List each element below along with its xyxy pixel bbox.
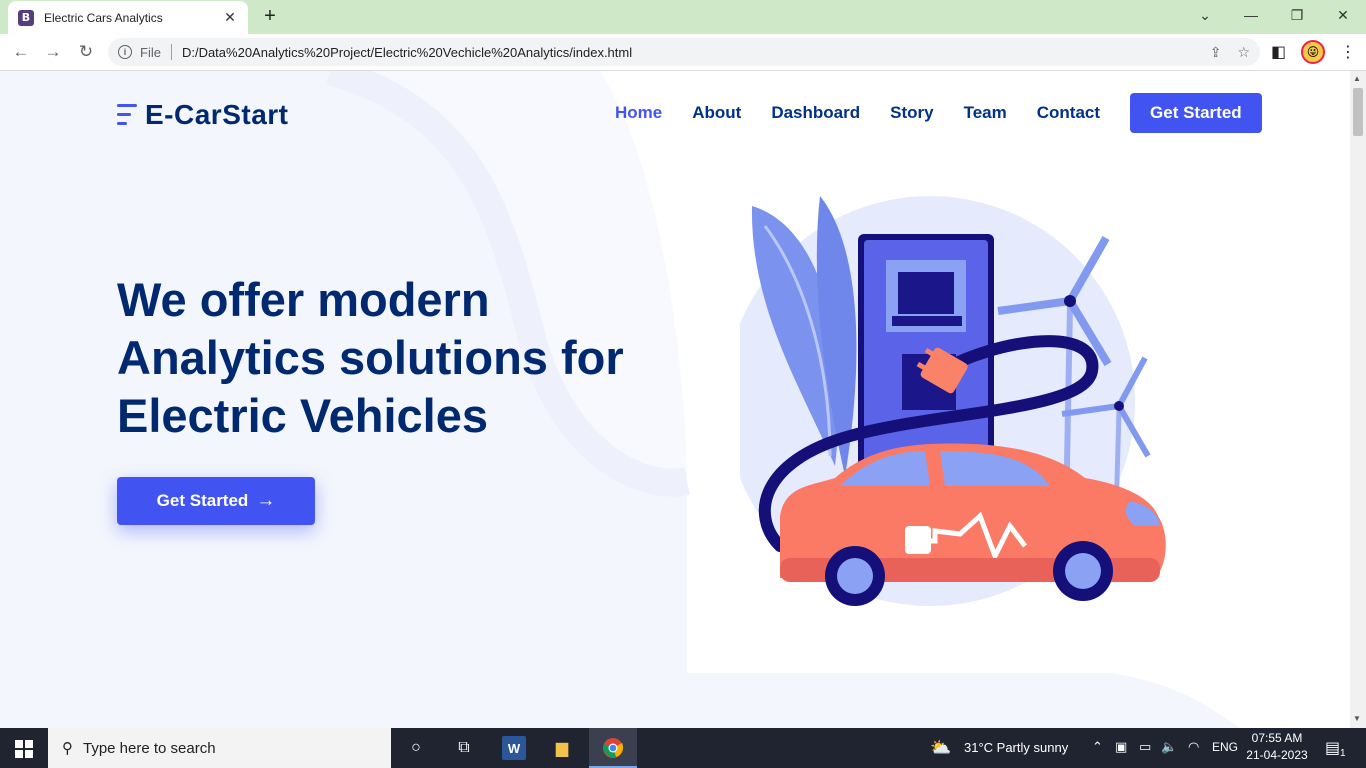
menu-kebab-icon[interactable]: ⋮ [1340, 42, 1356, 62]
window-close-icon[interactable]: ✕ [1333, 7, 1353, 24]
logo-bars-icon [117, 102, 139, 128]
share-icon[interactable]: ⇪ [1210, 44, 1222, 61]
browser-tab[interactable]: B Electric Cars Analytics ✕ [8, 1, 248, 34]
notification-count: 1 [1340, 748, 1346, 759]
new-tab-icon[interactable]: + [258, 6, 282, 26]
clock-date: 21-04-2023 [1246, 748, 1308, 762]
nav-team[interactable]: Team [964, 103, 1007, 123]
close-tab-icon[interactable]: ✕ [222, 9, 238, 26]
url-text[interactable]: D:/Data%20Analytics%20Project/Electric%2… [182, 45, 1194, 60]
arrow-right-icon: → [256, 490, 276, 511]
web-page: E-CarStart Home About Dashboard Story Te… [0, 71, 1350, 728]
tab-title: Electric Cars Analytics [44, 10, 163, 25]
nav-contact[interactable]: Contact [1037, 103, 1100, 123]
bookmark-star-icon[interactable]: ☆ [1237, 44, 1250, 61]
get-started-button-nav[interactable]: Get Started [1130, 93, 1262, 133]
nav-story[interactable]: Story [890, 103, 933, 123]
weather-text[interactable]: 31°C Partly sunny [964, 740, 1068, 755]
scroll-up-arrow-icon[interactable]: ▲ [1353, 74, 1361, 83]
system-clock[interactable]: 07:55 AM 21-04-2023 [1246, 730, 1308, 764]
task-view-icon[interactable]: ⧉ [452, 736, 476, 760]
info-icon[interactable]: i [118, 45, 132, 59]
battery-icon[interactable]: ▭ [1139, 739, 1151, 755]
nav-dashboard[interactable]: Dashboard [771, 103, 860, 123]
tab-search-chevron-icon[interactable]: ⌄ [1195, 7, 1215, 24]
bootstrap-favicon-icon: B [18, 9, 34, 26]
windows-taskbar: ⚲ Type here to search ○ ⧉ W ▆ ⛅ 31°C Par… [0, 728, 1366, 768]
cortana-icon[interactable]: ○ [404, 736, 428, 760]
word-app-icon[interactable]: W [502, 736, 526, 760]
taskbar-search-box[interactable]: ⚲ Type here to search [48, 728, 391, 768]
address-toolbar: ← → ↻ i File D:/Data%20Analytics%20Proje… [0, 34, 1366, 71]
clock-time: 07:55 AM [1251, 731, 1303, 745]
address-bar[interactable]: i File D:/Data%20Analytics%20Project/Ele… [108, 38, 1260, 66]
windows-start-icon[interactable] [15, 740, 33, 758]
profile-avatar[interactable]: 😜 [1301, 40, 1325, 64]
language-indicator[interactable]: ENG [1212, 740, 1238, 754]
forward-icon[interactable]: → [42, 42, 64, 62]
wifi-icon[interactable]: ◠ [1188, 739, 1199, 755]
volume-icon[interactable]: 🔈 [1161, 739, 1177, 755]
file-label: File [140, 44, 161, 60]
page-scrollbar[interactable]: ▲ ▼ [1350, 71, 1366, 728]
restore-icon[interactable]: ❐ [1287, 7, 1307, 24]
main-nav: Home About Dashboard Story Team Contact … [600, 93, 1262, 133]
scroll-thumb[interactable] [1353, 88, 1363, 136]
reload-icon[interactable]: ↻ [75, 42, 97, 62]
side-panel-icon[interactable]: ◧ [1271, 42, 1286, 62]
search-placeholder: Type here to search [83, 739, 216, 757]
browser-tab-bar: B Electric Cars Analytics ✕ + ⌄ — ❐ ✕ [0, 0, 1366, 34]
hero-button-label: Get Started [156, 491, 249, 510]
minimize-icon[interactable]: — [1241, 7, 1261, 23]
tray-chevron-up-icon[interactable]: ⌃ [1092, 739, 1103, 755]
notification-icon[interactable]: ▤ [1325, 738, 1340, 758]
nav-about[interactable]: About [692, 103, 741, 123]
nav-home[interactable]: Home [615, 103, 662, 123]
chrome-app-icon[interactable] [601, 736, 625, 760]
search-icon: ⚲ [62, 740, 73, 757]
divider [170, 44, 172, 60]
file-explorer-icon[interactable]: ▆ [550, 736, 574, 760]
site-logo[interactable]: E-CarStart [117, 99, 288, 131]
hero-get-started-button[interactable]: Get Started → [117, 477, 315, 525]
tray-app-icon[interactable]: ▣ [1115, 739, 1127, 755]
weather-icon[interactable]: ⛅ [930, 738, 951, 758]
scroll-down-arrow-icon[interactable]: ▼ [1353, 714, 1361, 723]
electric-car-charging-illustration [740, 196, 1166, 606]
logo-text: E-CarStart [145, 99, 289, 130]
hero-title: We offer modern Analytics solutions for … [117, 273, 624, 442]
back-icon[interactable]: ← [10, 42, 32, 62]
